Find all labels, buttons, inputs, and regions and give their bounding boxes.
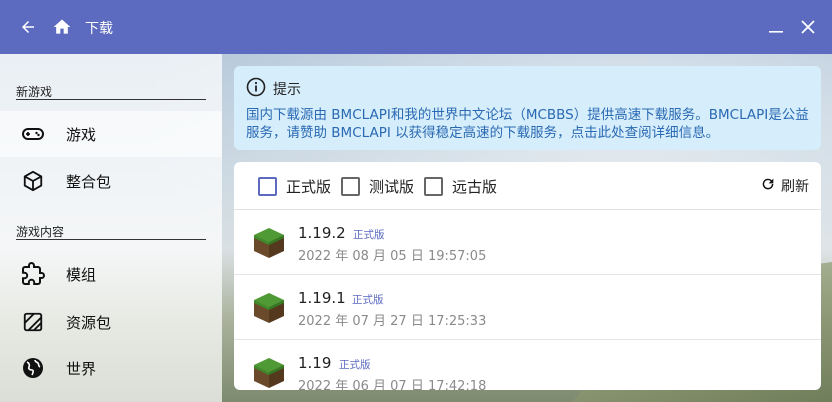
version-date: 2022 年 06 月 07 日 17:42:18 xyxy=(298,379,487,390)
arrow-left-icon[interactable] xyxy=(16,15,40,39)
hint-title: 提示 xyxy=(273,82,301,98)
checkbox-label: 测试版 xyxy=(369,178,415,196)
checkbox-icon xyxy=(258,177,277,196)
version-list: 正式版 测试版 远古版 刷新 1.19.2 正式版 2022 年 08 月 05… xyxy=(234,162,821,390)
sidebar-item-label: 资源包 xyxy=(66,313,112,332)
checkbox-icon xyxy=(424,177,443,196)
version-type-badge: 正式版 xyxy=(352,294,384,306)
texture-icon xyxy=(20,309,46,335)
version-type-badge: 正式版 xyxy=(339,359,371,371)
sidebar-item-label: 模组 xyxy=(66,265,97,284)
close-icon[interactable] xyxy=(796,15,820,39)
sidebar-item-modpack[interactable]: 整合包 xyxy=(0,158,222,204)
title-bar: 下载 xyxy=(0,0,832,54)
version-name: 1.19 xyxy=(298,354,332,372)
hint-text: 国内下载源由 BMCLAPI和我的世界中文论坛（MCBBS）提供高速下载服务。B… xyxy=(246,107,809,141)
grass-block-icon xyxy=(252,291,286,325)
package-icon xyxy=(20,168,46,194)
refresh-button[interactable]: 刷新 xyxy=(760,176,809,196)
version-date: 2022 年 07 月 27 日 17:25:33 xyxy=(298,314,487,329)
sidebar-section-game-content: 游戏内容 xyxy=(16,225,65,239)
sidebar-item-game[interactable]: 游戏 xyxy=(0,111,222,157)
filter-old-checkbox[interactable]: 远古版 xyxy=(424,176,497,197)
checkbox-label: 正式版 xyxy=(286,178,332,196)
filter-bar: 正式版 测试版 远古版 刷新 xyxy=(234,162,821,210)
sidebar-item-label: 世界 xyxy=(66,359,97,378)
divider xyxy=(16,99,206,100)
grass-block-icon xyxy=(252,356,286,390)
sidebar-item-mods[interactable]: 模组 xyxy=(0,251,222,297)
puzzle-icon xyxy=(20,261,46,287)
window-title: 下载 xyxy=(85,21,113,37)
minimize-icon[interactable] xyxy=(764,15,788,39)
filter-snapshot-checkbox[interactable]: 测试版 xyxy=(341,176,414,197)
home-icon[interactable] xyxy=(50,15,74,39)
sidebar-section-new-game: 新游戏 xyxy=(16,85,53,99)
sidebar-item-worlds[interactable]: 世界 xyxy=(0,345,222,391)
checkbox-label: 远古版 xyxy=(452,178,498,196)
version-row[interactable]: 1.19.1 正式版 2022 年 07 月 27 日 17:25:33 xyxy=(234,275,821,340)
refresh-label: 刷新 xyxy=(781,179,809,195)
sidebar-item-resourcepacks[interactable]: 资源包 xyxy=(0,299,222,345)
sidebar-item-label: 整合包 xyxy=(66,172,112,191)
globe-icon xyxy=(20,355,46,381)
version-type-badge: 正式版 xyxy=(353,229,385,241)
grass-block-icon xyxy=(252,226,286,260)
version-row[interactable]: 1.19 正式版 2022 年 06 月 07 日 17:42:18 xyxy=(234,340,821,390)
divider xyxy=(16,239,206,240)
hint-banner[interactable]: 提示 国内下载源由 BMCLAPI和我的世界中文论坛（MCBBS）提供高速下载服… xyxy=(234,66,821,150)
version-name: 1.19.2 xyxy=(298,224,346,242)
refresh-icon xyxy=(760,176,776,196)
sidebar-item-label: 游戏 xyxy=(66,125,97,144)
version-date: 2022 年 08 月 05 日 19:57:05 xyxy=(298,249,487,264)
gamepad-icon xyxy=(20,121,46,147)
sidebar: 新游戏 游戏 整合包 游戏内容 模组 资源包 世界 xyxy=(0,54,222,402)
filter-release-checkbox[interactable]: 正式版 xyxy=(258,176,331,197)
version-row[interactable]: 1.19.2 正式版 2022 年 08 月 05 日 19:57:05 xyxy=(234,210,821,275)
version-name: 1.19.1 xyxy=(298,289,346,307)
checkbox-icon xyxy=(341,177,360,196)
info-icon xyxy=(246,77,266,97)
